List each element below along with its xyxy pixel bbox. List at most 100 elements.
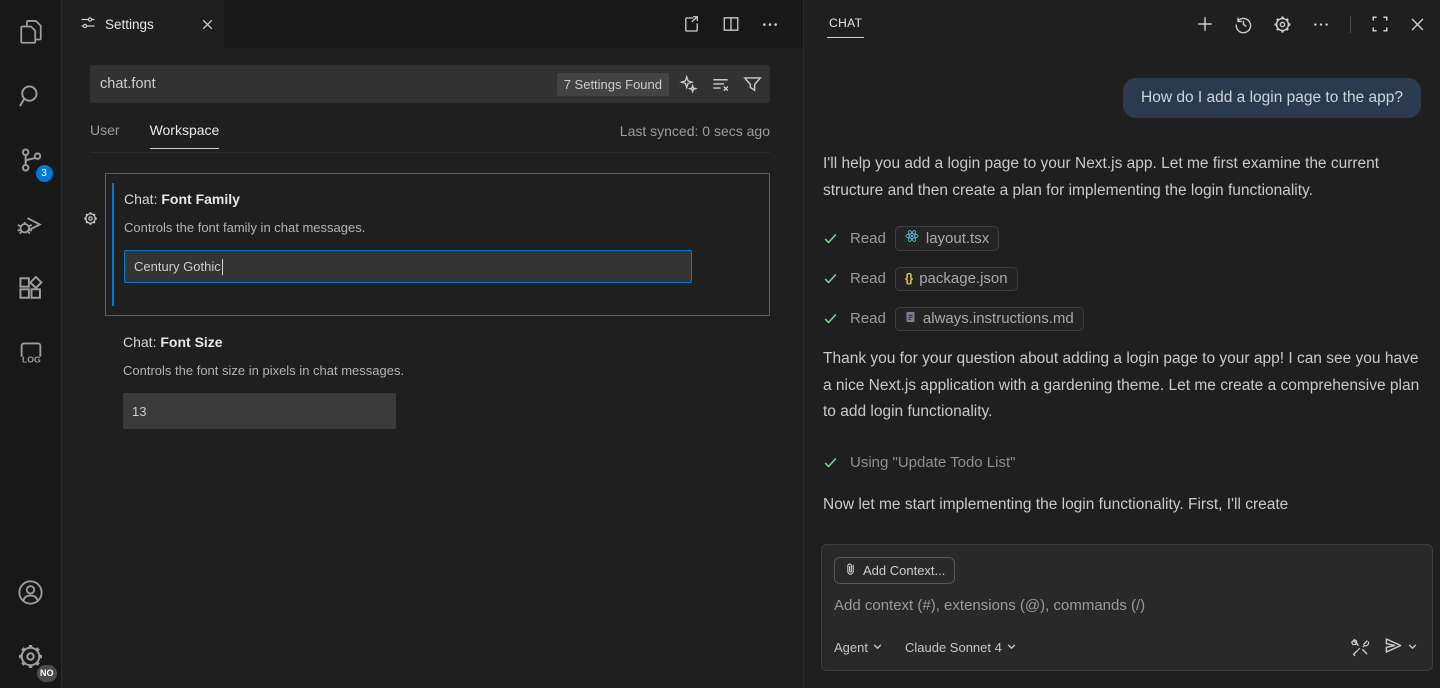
settings-sliders-icon bbox=[80, 15, 96, 34]
chat-input-box[interactable]: Add Context... Add context (#), extensio… bbox=[821, 544, 1433, 671]
sidebar-item-settings[interactable]: NO bbox=[0, 624, 62, 688]
more-actions-icon[interactable] bbox=[761, 15, 779, 33]
file-name: layout.tsx bbox=[926, 230, 989, 247]
chat-input-toolbar: Agent Claude Sonnet 4 bbox=[834, 634, 1418, 660]
read-label: Read bbox=[850, 310, 886, 327]
setting-row-chat-font-family[interactable]: Chat: Font Family Controls the font fami… bbox=[105, 173, 770, 316]
chat-settings-gear-icon[interactable] bbox=[1273, 15, 1292, 34]
open-settings-json-icon[interactable] bbox=[682, 15, 701, 34]
setting-description: Controls the font size in pixels in chat… bbox=[123, 363, 770, 378]
chat-header-actions bbox=[1196, 15, 1426, 34]
setting-title: Chat: Font Size bbox=[123, 334, 770, 350]
settings-search-input[interactable]: chat.font bbox=[100, 76, 557, 92]
history-icon[interactable] bbox=[1234, 15, 1253, 34]
tool-read-row: Read {} package.json bbox=[823, 266, 1421, 291]
file-chip-package[interactable]: {} package.json bbox=[895, 267, 1018, 291]
chat-panel: CHAT How do I add a login page to the ap… bbox=[803, 0, 1440, 688]
chevron-down-icon bbox=[1006, 640, 1017, 655]
tool-use-label: Using "Update Todo List" bbox=[850, 454, 1015, 471]
close-tab-icon[interactable] bbox=[201, 18, 214, 31]
scope-tab-user[interactable]: User bbox=[90, 122, 120, 148]
tab-settings[interactable]: Settings bbox=[62, 0, 224, 48]
chat-header: CHAT bbox=[804, 0, 1440, 48]
sidebar-item-extensions[interactable] bbox=[0, 256, 62, 320]
chevron-down-icon bbox=[872, 640, 883, 655]
setting-gear-icon[interactable] bbox=[83, 211, 98, 231]
react-icon bbox=[905, 229, 919, 247]
sidebar-item-run-debug[interactable] bbox=[0, 192, 62, 256]
paperclip-icon bbox=[844, 562, 857, 579]
check-icon bbox=[823, 231, 838, 246]
json-icon: {} bbox=[905, 271, 912, 285]
mode-label: Agent bbox=[834, 640, 868, 655]
sidebar-item-account[interactable] bbox=[0, 560, 62, 624]
filter-icon[interactable] bbox=[743, 75, 762, 94]
setting-description: Controls the font family in chat message… bbox=[124, 220, 769, 235]
tab-label: Settings bbox=[105, 17, 154, 32]
file-name: package.json bbox=[919, 270, 1007, 287]
tools-icon[interactable] bbox=[1351, 638, 1370, 657]
sidebar-item-search[interactable] bbox=[0, 64, 62, 128]
setting-row-chat-font-size[interactable]: Chat: Font Size Controls the font size i… bbox=[123, 334, 770, 429]
tool-read-row: Read always.instructions.md bbox=[823, 306, 1421, 331]
scm-badge: 3 bbox=[36, 165, 53, 182]
divider bbox=[1350, 16, 1351, 33]
extensions-icon bbox=[18, 275, 44, 301]
scope-tab-workspace[interactable]: Workspace bbox=[150, 122, 220, 149]
check-icon bbox=[823, 271, 838, 286]
file-chip-instructions[interactable]: always.instructions.md bbox=[895, 307, 1084, 331]
send-icon bbox=[1384, 636, 1403, 658]
send-button-group[interactable] bbox=[1384, 636, 1418, 658]
assistant-paragraph: Now let me start implementing the login … bbox=[823, 492, 1421, 519]
run-debug-icon bbox=[17, 211, 44, 238]
setting-category: Chat: bbox=[123, 334, 160, 350]
file-chip-layout[interactable]: layout.tsx bbox=[895, 226, 999, 251]
settings-editor: Settings chat.font 7 Settings Found bbox=[62, 0, 803, 688]
new-chat-icon[interactable] bbox=[1196, 15, 1214, 33]
settings-list: Chat: Font Family Controls the font fami… bbox=[62, 173, 803, 429]
setting-title: Chat: Font Family bbox=[124, 191, 769, 207]
sidebar-item-explorer[interactable] bbox=[0, 0, 62, 64]
assistant-paragraph: I'll help you add a login page to your N… bbox=[823, 151, 1421, 204]
more-actions-icon[interactable] bbox=[1312, 15, 1330, 33]
font-family-input[interactable]: Century Gothic bbox=[124, 250, 692, 283]
svg-text:LOG: LOG bbox=[21, 354, 40, 364]
explorer-icon bbox=[18, 19, 44, 45]
file-name: always.instructions.md bbox=[923, 310, 1074, 327]
chevron-down-icon bbox=[1407, 640, 1418, 655]
add-context-button[interactable]: Add Context... bbox=[834, 557, 955, 584]
sidebar-item-source-control[interactable]: 3 bbox=[0, 128, 62, 192]
editor-tab-bar: Settings bbox=[62, 0, 803, 48]
read-label: Read bbox=[850, 270, 886, 287]
tool-read-row: Read layout.tsx bbox=[823, 226, 1421, 251]
tool-use-row: Using "Update Todo List" bbox=[823, 454, 1421, 471]
user-message-row: How do I add a login page to the app? bbox=[823, 78, 1421, 118]
chat-input-placeholder[interactable]: Add context (#), extensions (@), command… bbox=[834, 597, 1420, 614]
tab-chat[interactable]: CHAT bbox=[827, 10, 864, 38]
read-label: Read bbox=[850, 230, 886, 247]
editor-toolbar bbox=[682, 0, 803, 48]
settings-scope-row: User Workspace Last synced: 0 secs ago bbox=[90, 117, 770, 153]
log-icon: LOG bbox=[17, 338, 45, 366]
setting-category: Chat: bbox=[124, 191, 161, 207]
search-icon bbox=[18, 83, 44, 109]
markdown-icon bbox=[905, 310, 916, 327]
font-size-input[interactable]: 13 bbox=[123, 393, 396, 429]
vscode-window: 3 LOG NO Settings bbox=[0, 0, 1440, 688]
model-dropdown[interactable]: Claude Sonnet 4 bbox=[905, 640, 1017, 655]
check-icon bbox=[823, 455, 838, 470]
chat-input-actions bbox=[1351, 636, 1418, 658]
ai-sparkle-icon[interactable] bbox=[679, 75, 698, 94]
split-editor-icon[interactable] bbox=[722, 15, 740, 33]
activity-bar: 3 LOG NO bbox=[0, 0, 62, 688]
close-panel-icon[interactable] bbox=[1409, 16, 1426, 33]
maximize-panel-icon[interactable] bbox=[1371, 15, 1389, 33]
clear-filters-icon[interactable] bbox=[711, 75, 730, 94]
search-actions bbox=[679, 75, 762, 94]
mode-dropdown[interactable]: Agent bbox=[834, 640, 883, 655]
settings-body: chat.font 7 Settings Found User Workspac… bbox=[62, 65, 803, 429]
sidebar-item-log-output[interactable]: LOG bbox=[0, 320, 62, 384]
settings-search-box[interactable]: chat.font 7 Settings Found bbox=[90, 65, 770, 103]
modified-indicator bbox=[112, 183, 114, 306]
check-icon bbox=[823, 311, 838, 326]
